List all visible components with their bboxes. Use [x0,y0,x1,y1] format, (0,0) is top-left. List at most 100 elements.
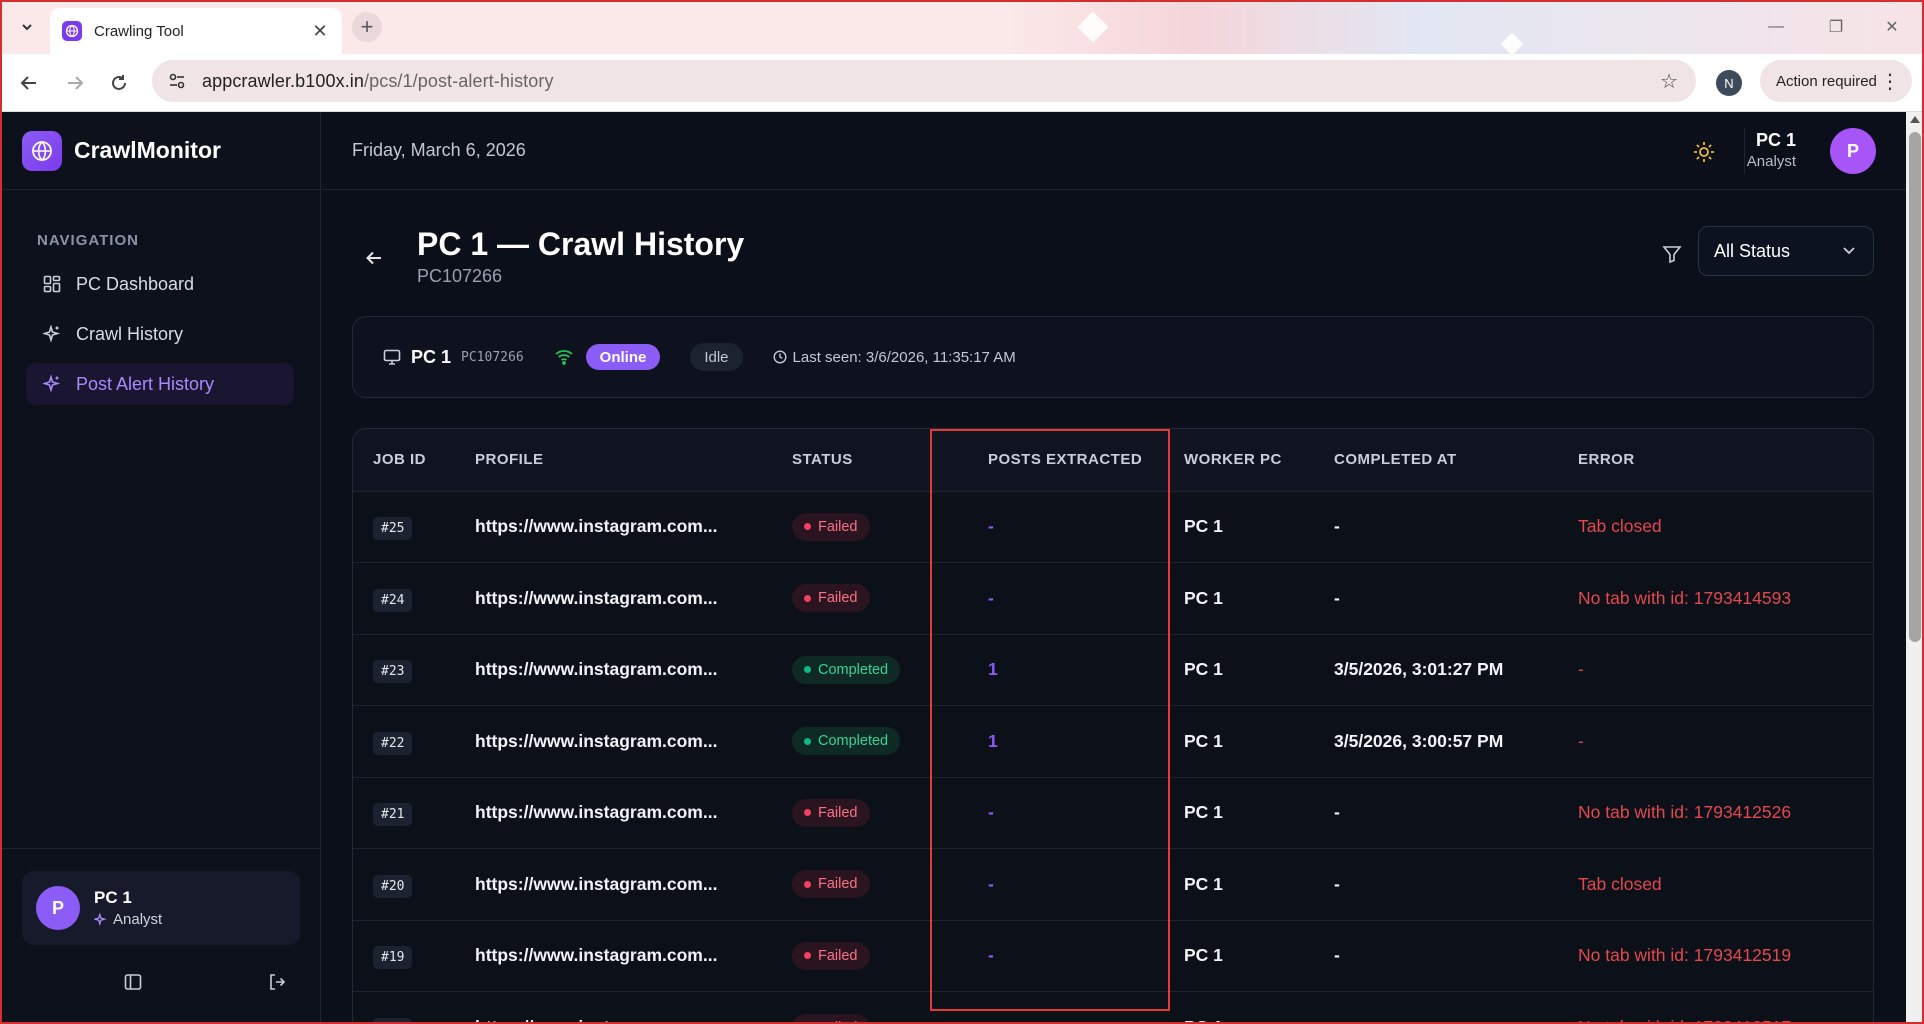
error-cell: No tab with id: 1793414593 [1578,587,1792,608]
sidebar-item-post-alert-history[interactable]: Post Alert History [26,363,294,405]
back-icon[interactable] [14,68,44,98]
chevron-down-icon [1843,247,1855,255]
browser-profile-avatar[interactable]: N [1716,70,1742,96]
status-cell: Completed [772,706,950,778]
status-filter-select[interactable]: All Status [1698,226,1874,276]
table-header-row: JOB ID PROFILE STATUS POSTS EXTRACTED WO… [353,429,1873,491]
user-name: PC 1 [94,888,132,907]
status-badge: Failed [792,584,870,613]
logout-icon[interactable] [264,969,290,995]
page-title: PC 1 — Crawl History [417,226,745,262]
app-root: CrawlMonitor NAVIGATION PC Dashboard Cra… [0,112,1906,1024]
table-row[interactable]: #25 https://www.instagram.com... Failed - PC… [353,491,1873,563]
completed-at-cell: 3/5/2026, 3:01:27 PM [1334,659,1504,680]
job-id-badge: #20 [373,874,413,898]
grid-icon [42,274,62,294]
error-cell: No tab with id: 1793412517 [1558,992,1873,1024]
back-arrow-icon[interactable] [362,246,386,270]
new-tab-button[interactable]: + [352,12,382,42]
browser-tab-bar: Crawling Tool ✕ + — ❐ ✕ [0,0,1924,56]
user-card[interactable]: P PC 1 Analyst [22,871,300,945]
profile-link[interactable]: https://www.instagram.com... [455,706,772,778]
sidebar-item-pc-dashboard[interactable]: PC Dashboard [26,263,294,305]
profile-link[interactable]: https://www.instagram.com... [455,920,772,992]
job-id-cell: #23 [353,634,455,706]
job-id-badge: #22 [373,731,413,755]
table-row[interactable]: #20 https://www.instagram.com... Failed - PC… [353,848,1873,921]
job-id-badge: #24 [373,588,413,612]
status-dot-icon [804,952,811,960]
browser-tab[interactable]: Crawling Tool ✕ [50,8,342,54]
job-id-badge: #18 [373,1018,413,1024]
page-header: PC 1 — Crawl History PC107266 All Status [322,190,1906,310]
completed-at-cell: 3/5/2026, 3:00:57 PM [1334,730,1504,751]
site-settings-icon[interactable] [162,66,192,96]
status-cell: Completed [772,634,950,706]
error-cell: No tab with id: 1793412519 [1578,945,1792,966]
restore-icon[interactable]: ❐ [1822,14,1850,40]
action-required-button[interactable]: Action required ⋮ [1760,60,1912,102]
monitor-icon [383,349,401,365]
status-cell: Failed [772,491,950,563]
error-cell: Tab closed [1578,873,1662,894]
column-header: PROFILE [475,451,544,469]
page-scrollbar[interactable] [1906,112,1924,1024]
posts-extracted-cell: 1 [988,730,998,751]
profile-link[interactable]: https://www.instagram.com... [455,563,772,635]
brand: CrawlMonitor [0,112,320,190]
browser-toolbar: appcrawler.b100x.in/pcs/1/post-alert-his… [0,54,1924,112]
table-row[interactable]: #19 https://www.instagram.com... Failed - PC… [353,920,1873,992]
sidebar-item-label: PC Dashboard [76,273,195,294]
profile-link[interactable]: https://www.instagram.com... [455,634,772,706]
avatar: P [36,886,80,930]
theme-decoration [1077,11,1109,43]
close-tab-icon[interactable]: ✕ [310,21,330,42]
profile-link[interactable]: https://www.instagram.com... [455,992,772,1024]
table-row[interactable]: #24 https://www.instagram.com... Failed - PC… [353,562,1873,635]
status-badge: Failed [792,870,870,899]
sun-icon[interactable] [1692,140,1716,164]
tab-search-icon[interactable] [14,14,40,40]
column-header: POSTS EXTRACTED [988,451,1143,469]
error-cell: - [1578,730,1584,751]
scrollbar-thumb[interactable] [1909,132,1921,642]
reload-icon[interactable] [104,68,134,98]
completed-at-cell: - [1334,802,1340,823]
status-dot-icon [804,737,811,745]
status-cell: Failed [772,992,950,1024]
table-row[interactable]: #21 https://www.instagram.com... Failed - PC… [353,777,1873,849]
forward-icon[interactable] [60,68,90,98]
topbar: Friday, March 6, 2026 PC 1 Analyst P [322,112,1906,190]
bookmark-star-icon[interactable]: ☆ [1660,69,1678,94]
avatar[interactable]: P [1830,128,1876,174]
profile-link[interactable]: https://www.instagram.com... [455,491,772,563]
job-id-cell: #25 [353,491,455,563]
scroll-up-icon[interactable] [1910,116,1920,123]
worker-pc-cell: PC 1 [1184,873,1223,894]
job-id-badge: #21 [373,803,413,827]
last-seen: Last seen: 3/6/2026, 11:35:17 AM [773,349,1016,366]
worker-pc-cell: PC 1 [1184,516,1223,537]
error-cell: No tab with id: 1793412526 [1578,802,1792,823]
table-row[interactable]: #18 https://www.instagram.com... Failed -PC… [353,991,1873,1024]
status-dot-icon [804,809,811,817]
job-id-cell: #19 [353,920,455,992]
profile-link[interactable]: https://www.instagram.com... [455,849,772,921]
job-id-cell: #20 [353,849,455,921]
sidebar-item-crawl-history[interactable]: Crawl History [26,313,294,355]
status-badge: Failed [792,798,870,827]
completed-at-cell: - [1334,516,1340,537]
status-badge: Failed [792,1013,870,1024]
profile-link[interactable]: https://www.instagram.com... [455,777,772,849]
address-bar[interactable]: appcrawler.b100x.in/pcs/1/post-alert-his… [152,60,1696,102]
more-menu-icon[interactable]: ⋮ [1880,69,1900,94]
table-row[interactable]: #23 https://www.instagram.com... Completed… [353,634,1873,706]
table-row[interactable]: #22 https://www.instagram.com... Completed… [353,705,1873,778]
close-window-icon[interactable]: ✕ [1878,14,1906,40]
topbar-user: PC 1 Analyst [1746,130,1796,170]
job-id-badge: #25 [373,517,413,541]
worker-pc-cell: PC 1 [1184,802,1223,823]
minimize-icon[interactable]: — [1762,14,1790,40]
completed-at-cell: - [1334,873,1340,894]
sidebar-toggle-icon[interactable] [120,969,146,995]
